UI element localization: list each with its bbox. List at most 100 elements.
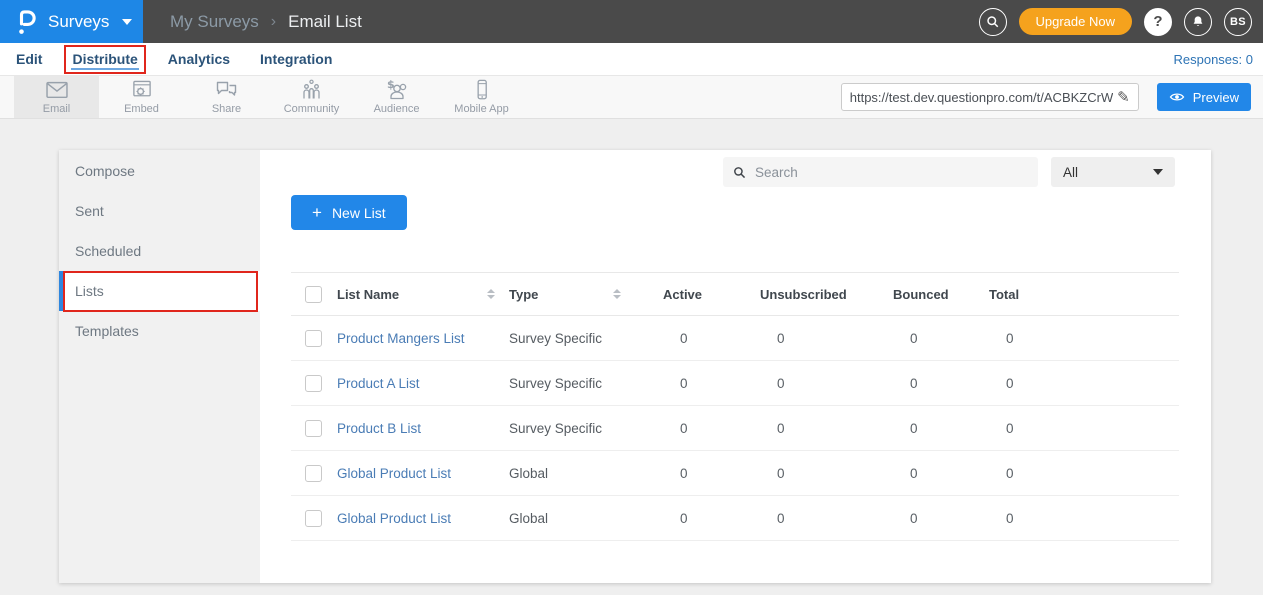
new-list-button[interactable]: + New List: [291, 195, 407, 230]
channel-mobile-app[interactable]: Mobile App: [439, 76, 524, 118]
list-name-link[interactable]: Global Product List: [337, 511, 451, 526]
edit-url-icon[interactable]: ✎: [1113, 88, 1130, 106]
active-count-cell: 0: [663, 511, 760, 526]
channel-label: Embed: [124, 103, 159, 115]
top-header-bar: Surveys My Surveys › Email List Upgrade …: [0, 0, 1263, 43]
global-search-button[interactable]: [979, 8, 1007, 36]
tab-integration[interactable]: Integration: [260, 43, 332, 75]
tab-analytics[interactable]: Analytics: [168, 43, 230, 75]
survey-url-input[interactable]: [850, 90, 1113, 105]
plus-icon: +: [312, 203, 322, 223]
tab-edit[interactable]: Edit: [16, 43, 42, 75]
mobile-app-icon: [471, 79, 493, 101]
column-header-active: Active: [663, 287, 702, 302]
tab-distribute-label: Distribute: [72, 51, 137, 67]
list-type-cell: Global: [509, 511, 663, 526]
bell-icon: [1190, 14, 1206, 30]
active-count-cell: 0: [663, 466, 760, 481]
page-background: Compose Sent Scheduled Lists Templates: [0, 119, 1263, 571]
upgrade-now-button[interactable]: Upgrade Now: [1019, 8, 1133, 35]
list-type-cell: Survey Specific: [509, 376, 663, 391]
list-name-link[interactable]: Product A List: [337, 376, 420, 391]
row-checkbox[interactable]: [305, 420, 322, 437]
help-button[interactable]: ?: [1144, 8, 1172, 36]
row-checkbox[interactable]: [305, 375, 322, 392]
row-checkbox[interactable]: [305, 510, 322, 527]
email-icon: [44, 80, 70, 101]
table-header: List Name Type Active Unsubscribed Bounc…: [291, 272, 1179, 316]
breadcrumb-separator-icon: ›: [271, 13, 276, 31]
list-name-link[interactable]: Global Product List: [337, 466, 451, 481]
responses-count[interactable]: Responses: 0: [1174, 52, 1254, 67]
search-icon: [985, 14, 1000, 29]
sidebar-item-lists-label: Lists: [75, 283, 104, 299]
total-count-cell: 0: [989, 331, 1179, 346]
bounced-count-cell: 0: [893, 376, 989, 391]
tab-distribute[interactable]: Distribute: [72, 43, 137, 75]
list-name-link[interactable]: Product Mangers List: [337, 331, 465, 346]
channel-label: Audience: [374, 103, 420, 115]
channel-label: Share: [212, 103, 241, 115]
new-list-button-label: New List: [332, 205, 386, 221]
total-count-cell: 0: [989, 376, 1179, 391]
lists-main-panel: All + New List List Name Type: [260, 150, 1211, 583]
channel-audience[interactable]: $ Audience: [354, 76, 439, 118]
bounced-count-cell: 0: [893, 466, 989, 481]
list-type-filter-dropdown[interactable]: All: [1051, 157, 1175, 187]
chevron-down-icon: [122, 19, 132, 25]
preview-button[interactable]: Preview: [1157, 83, 1251, 111]
channel-label: Mobile App: [454, 103, 508, 115]
breadcrumb-parent-link[interactable]: My Surveys: [170, 12, 259, 32]
active-count-cell: 0: [663, 331, 760, 346]
channel-embed[interactable]: Embed: [99, 76, 184, 118]
table-row: Product A List Survey Specific 0 0 0 0: [291, 361, 1179, 406]
column-header-list-name[interactable]: List Name: [337, 287, 399, 302]
table-row: Global Product List Global 0 0 0 0: [291, 451, 1179, 496]
survey-url-field: ✎: [841, 83, 1139, 111]
column-header-total: Total: [989, 287, 1019, 302]
table-row: Global Product List Global 0 0 0 0: [291, 496, 1179, 541]
list-name-link[interactable]: Product B List: [337, 421, 421, 436]
active-count-cell: 0: [663, 421, 760, 436]
embed-icon: [130, 80, 154, 101]
email-sidebar: Compose Sent Scheduled Lists Templates: [59, 150, 260, 583]
row-checkbox[interactable]: [305, 465, 322, 482]
select-all-checkbox[interactable]: [305, 286, 322, 303]
sidebar-item-sent[interactable]: Sent: [59, 191, 260, 231]
sidebar-item-templates[interactable]: Templates: [59, 311, 260, 351]
eye-icon: [1169, 91, 1185, 103]
table-row: Product B List Survey Specific 0 0 0 0: [291, 406, 1179, 451]
column-header-type[interactable]: Type: [509, 287, 538, 302]
channel-email[interactable]: Email: [14, 76, 99, 118]
audience-icon: $: [384, 79, 410, 101]
filter-selected-value: All: [1063, 165, 1078, 180]
list-controls-row: All: [260, 157, 1175, 187]
column-header-unsubscribed: Unsubscribed: [760, 287, 847, 302]
channel-label: Community: [284, 103, 340, 115]
unsubscribed-count-cell: 0: [760, 331, 893, 346]
avatar[interactable]: BS: [1224, 8, 1252, 36]
bounced-count-cell: 0: [893, 331, 989, 346]
list-type-cell: Survey Specific: [509, 421, 663, 436]
total-count-cell: 0: [989, 421, 1179, 436]
product-name: Surveys: [48, 12, 109, 32]
unsubscribed-count-cell: 0: [760, 376, 893, 391]
survey-nav-tabs: Edit Distribute Analytics Integration Re…: [0, 43, 1263, 76]
unsubscribed-count-cell: 0: [760, 466, 893, 481]
sidebar-item-compose[interactable]: Compose: [59, 151, 260, 191]
search-icon: [733, 166, 746, 179]
channel-community[interactable]: Community: [269, 76, 354, 118]
sidebar-item-scheduled[interactable]: Scheduled: [59, 231, 260, 271]
chevron-down-icon: [1153, 169, 1163, 175]
channel-share[interactable]: Share: [184, 76, 269, 118]
sort-icon[interactable]: [487, 289, 495, 299]
unsubscribed-count-cell: 0: [760, 511, 893, 526]
product-switcher[interactable]: Surveys: [0, 0, 143, 43]
sidebar-item-lists[interactable]: Lists: [59, 271, 260, 311]
list-search-input[interactable]: [755, 165, 1028, 180]
sort-icon[interactable]: [613, 289, 621, 299]
notifications-button[interactable]: [1184, 8, 1212, 36]
questionpro-logo-icon: [16, 8, 38, 36]
row-checkbox[interactable]: [305, 330, 322, 347]
active-count-cell: 0: [663, 376, 760, 391]
